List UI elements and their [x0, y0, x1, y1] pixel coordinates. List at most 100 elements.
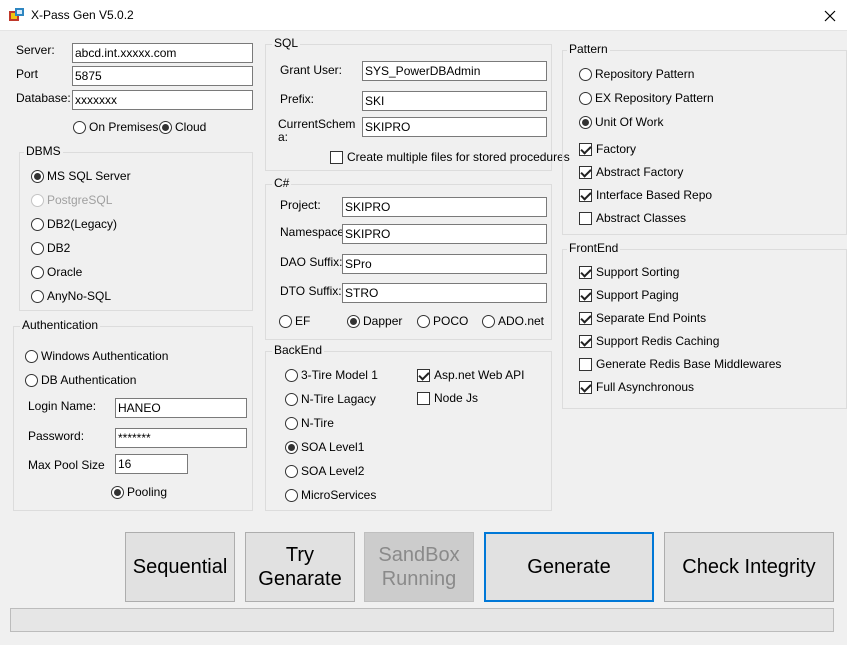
close-icon: [824, 10, 835, 21]
dao-suffix-input[interactable]: SPro: [342, 254, 547, 274]
backend-asp-net-web-api-checkbox[interactable]: Asp.net Web API: [417, 368, 525, 382]
radio-icon: [31, 193, 44, 207]
database-label: Database:: [16, 91, 71, 105]
frontend-full-asynchronous-checkbox[interactable]: Full Asynchronous: [579, 380, 694, 394]
schema-label-line1: CurrentSchem: [278, 117, 356, 131]
password-input[interactable]: *******: [115, 428, 247, 448]
dbms-anyno-sql-radio[interactable]: AnyNo-SQL: [31, 289, 111, 303]
pattern-interface-based-repo-checkbox[interactable]: Interface Based Repo: [579, 188, 712, 202]
namespace-input[interactable]: SKIPRO: [342, 224, 547, 244]
backend-soa-level2-radio-label: SOA Level2: [301, 464, 365, 478]
radio-icon: [285, 416, 298, 430]
orm-poco-radio[interactable]: POCO: [417, 314, 468, 328]
backend-n-tire-lagacy-radio[interactable]: N-Tire Lagacy: [285, 392, 376, 406]
backend-microservices-radio[interactable]: MicroServices: [285, 488, 376, 502]
project-input[interactable]: SKIPRO: [342, 197, 547, 217]
check-integrity-button[interactable]: Check Integrity: [664, 532, 834, 602]
dbms-ms-sql-server-radio[interactable]: MS SQL Server: [31, 169, 131, 183]
dao-suffix-label: DAO Suffix:: [280, 255, 343, 269]
pooling-radio[interactable]: Pooling: [111, 485, 167, 499]
server-input[interactable]: abcd.int.xxxxx.com: [72, 43, 253, 63]
backend-node-js-checkbox[interactable]: Node Js: [417, 391, 478, 405]
frontend-support-redis-caching-checkbox[interactable]: Support Redis Caching: [579, 334, 719, 348]
auth-title: Authentication: [20, 318, 101, 332]
checkbox-icon: [579, 357, 592, 371]
dbms-db2-radio[interactable]: DB2: [31, 241, 70, 255]
grant-user-input[interactable]: SYS_PowerDBAdmin: [362, 61, 547, 81]
frontend-support-sorting-checkbox-label: Support Sorting: [596, 265, 680, 279]
orm-ef-radio[interactable]: EF: [279, 314, 310, 328]
pool-size-input[interactable]: 16: [115, 454, 188, 474]
frontend-separate-end-points-checkbox[interactable]: Separate End Points: [579, 311, 706, 325]
generate-button[interactable]: Generate: [484, 532, 654, 602]
pattern-ex-repository-pattern-radio-label: EX Repository Pattern: [595, 91, 714, 105]
checkbox-icon: [579, 188, 592, 202]
checkbox-icon: [417, 391, 430, 405]
radio-icon: [31, 241, 44, 255]
radio-icon: [31, 265, 44, 279]
pooling-label: Pooling: [127, 485, 168, 499]
dbms-oracle-radio-label: Oracle: [47, 265, 83, 279]
prefix-label: Prefix:: [280, 92, 315, 106]
window-title: X-Pass Gen V5.0.2: [31, 8, 134, 22]
cloud-radio[interactable]: Cloud: [159, 120, 206, 134]
frontend-support-redis-caching-checkbox-label: Support Redis Caching: [596, 334, 720, 348]
frontend-support-sorting-checkbox[interactable]: Support Sorting: [579, 265, 679, 279]
backend-n-tire-radio[interactable]: N-Tire: [285, 416, 334, 430]
project-label: Project:: [280, 198, 321, 212]
orm-dapper-radio-label: Dapper: [363, 314, 403, 328]
backend-3-tire-model-1-radio-label: 3-Tire Model 1: [301, 368, 378, 382]
radio-icon: [285, 440, 298, 454]
schema-input[interactable]: SKIPRO: [362, 117, 547, 137]
port-input[interactable]: 5875: [72, 66, 253, 86]
sequential-button[interactable]: Sequential: [125, 532, 235, 602]
pattern-unit-of-work-radio-label: Unit Of Work: [595, 115, 664, 129]
csharp-title: C#: [272, 176, 292, 190]
backend-soa-level2-radio[interactable]: SOA Level2: [285, 464, 364, 478]
radio-icon: [482, 314, 495, 328]
multi-files-checkbox[interactable]: Create multiple files for stored procedu…: [330, 150, 570, 164]
backend-node-js-checkbox-label: Node Js: [434, 391, 479, 405]
dbms-oracle-radio[interactable]: Oracle: [31, 265, 82, 279]
windows-auth-radio[interactable]: Windows Authentication: [25, 349, 168, 363]
radio-icon: [31, 289, 44, 303]
pattern-repository-pattern-radio[interactable]: Repository Pattern: [579, 67, 694, 81]
pattern-abstract-factory-checkbox[interactable]: Abstract Factory: [579, 165, 683, 179]
prefix-input[interactable]: SKI: [362, 91, 547, 111]
try-generate-button[interactable]: Try Genarate: [245, 532, 355, 602]
orm-ado-net-radio[interactable]: ADO.net: [482, 314, 544, 328]
dto-suffix-input[interactable]: STRO: [342, 283, 547, 303]
db-auth-label: DB Authentication: [41, 373, 137, 387]
orm-dapper-radio[interactable]: Dapper: [347, 314, 402, 328]
port-label: Port: [16, 67, 39, 81]
pattern-ex-repository-pattern-radio[interactable]: EX Repository Pattern: [579, 91, 714, 105]
backend-soa-level1-radio[interactable]: SOA Level1: [285, 440, 364, 454]
checkbox-icon: [579, 334, 592, 348]
pattern-abstract-classes-checkbox[interactable]: Abstract Classes: [579, 211, 686, 225]
windows-auth-label: Windows Authentication: [41, 349, 169, 363]
radio-icon: [73, 120, 86, 134]
dbms-db2-legacy-radio[interactable]: DB2(Legacy): [31, 217, 117, 231]
backend-asp-net-web-api-checkbox-label: Asp.net Web API: [434, 368, 525, 382]
frontend-support-paging-checkbox[interactable]: Support Paging: [579, 288, 679, 302]
dbms-postgresql-radio: PostgreSQL: [31, 193, 112, 207]
database-input[interactable]: xxxxxxx: [72, 90, 253, 110]
schema-label-line2: a:: [278, 130, 289, 144]
radio-icon: [25, 349, 38, 363]
dbms-anyno-sql-radio-label: AnyNo-SQL: [47, 289, 112, 303]
backend-3-tire-model-1-radio[interactable]: 3-Tire Model 1: [285, 368, 378, 382]
pattern-unit-of-work-radio[interactable]: Unit Of Work: [579, 115, 663, 129]
login-input[interactable]: HANEO: [115, 398, 247, 418]
backend-n-tire-radio-label: N-Tire: [301, 416, 334, 430]
frontend-generate-redis-base-middlewares-checkbox[interactable]: Generate Redis Base Middlewares: [579, 357, 781, 371]
radio-icon: [285, 464, 298, 478]
checkbox-icon: [579, 142, 592, 156]
dbms-db2-legacy-radio-label: DB2(Legacy): [47, 217, 118, 231]
close-button[interactable]: [812, 0, 847, 31]
backend-n-tire-lagacy-radio-label: N-Tire Lagacy: [301, 392, 376, 406]
pattern-factory-checkbox[interactable]: Factory: [579, 142, 636, 156]
db-auth-radio[interactable]: DB Authentication: [25, 373, 136, 387]
multi-files-label: Create multiple files for stored procedu…: [347, 150, 570, 164]
frontend-separate-end-points-checkbox-label: Separate End Points: [596, 311, 707, 325]
on-premises-radio[interactable]: On Premises: [73, 120, 158, 134]
